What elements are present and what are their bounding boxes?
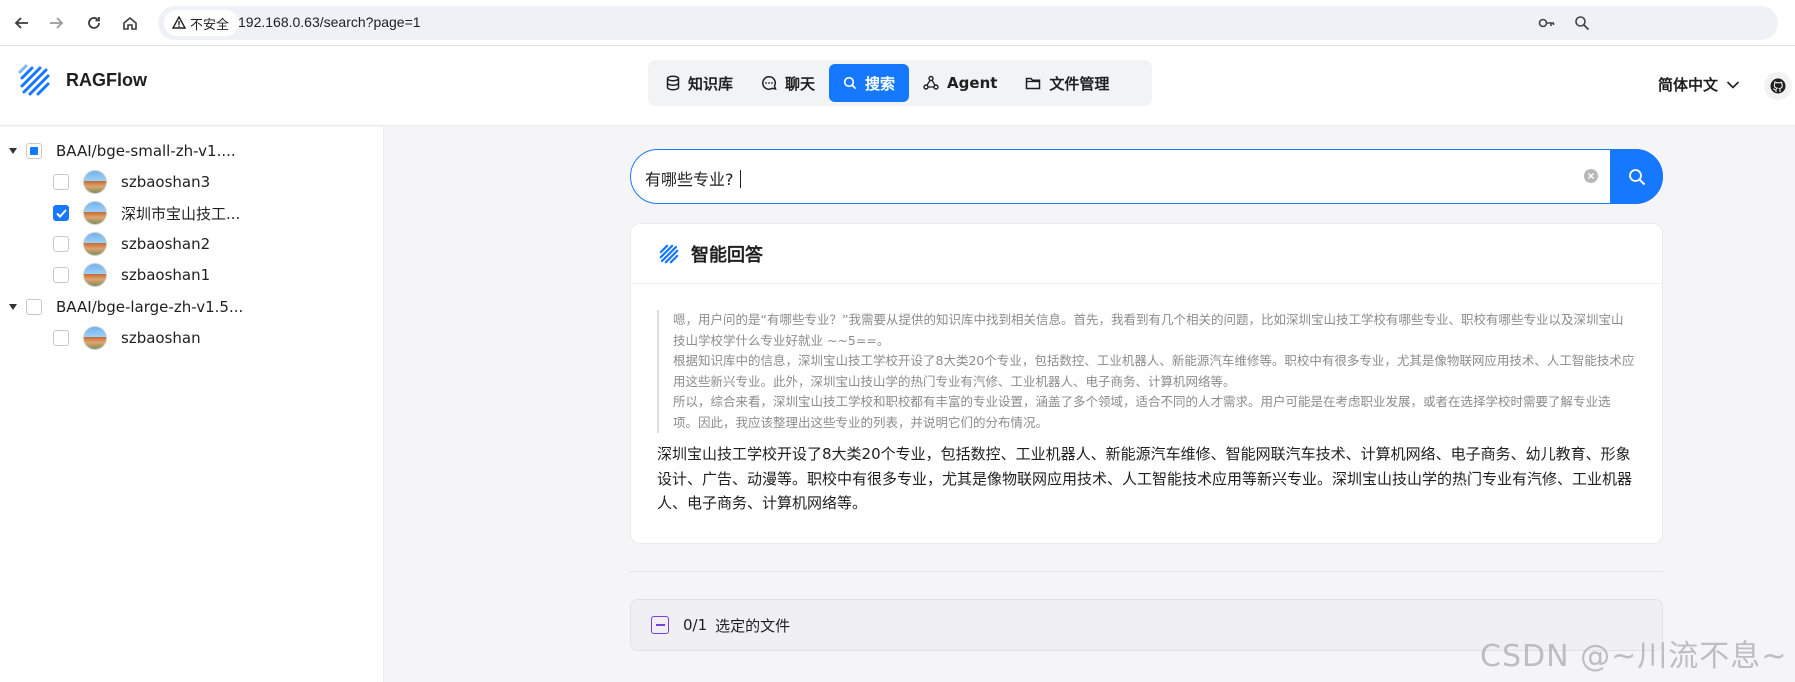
reasoning-paragraph: 所以，综合来看，深圳宝山技工学校和职校都有丰富的专业设置，涵盖了多个领域，适合不…	[673, 394, 1611, 430]
kb-avatar	[83, 170, 107, 194]
group-checkbox[interactable]	[26, 299, 42, 315]
search-icon	[843, 76, 857, 90]
tree-item[interactable]: szbaoshan1	[53, 260, 210, 290]
folder-icon	[1026, 77, 1041, 90]
item-label: 深圳市宝山技工...	[121, 204, 241, 223]
search-query-text: 有哪些专业?	[645, 170, 734, 189]
zoom-icon[interactable]	[1574, 15, 1590, 35]
item-checkbox[interactable]	[53, 236, 69, 252]
tree-item[interactable]: szbaoshan2	[53, 229, 210, 259]
nav-search[interactable]: 搜索	[829, 64, 910, 102]
smart-answer-card: 智能回答 嗯，用户问的是“有哪些专业？”我需要从提供的知识库中找到相关信息。首先…	[630, 223, 1663, 544]
search-button[interactable]	[1610, 149, 1663, 204]
item-checkbox[interactable]	[53, 267, 69, 283]
nav-label: Agent	[947, 74, 998, 92]
answer-title: 智能回答	[691, 244, 763, 266]
database-icon	[666, 75, 680, 91]
group-checkbox[interactable]	[26, 143, 42, 159]
kb-avatar	[83, 263, 107, 287]
files-label: 选定的文件	[715, 616, 791, 635]
knowledge-base-sidebar: BAAI/bge-small-zh-v1.... szbaoshan3 深圳市宝…	[0, 127, 384, 682]
home-icon[interactable]	[118, 11, 142, 35]
reasoning-paragraph: 嗯，用户问的是“有哪些专业？”我需要从提供的知识库中找到相关信息。首先，我看到有…	[673, 312, 1624, 348]
reasoning-paragraph: 根据知识库中的信息，深圳宝山技工学校开设了8大类20个专业，包括数控、工业机器人…	[673, 353, 1635, 389]
text-cursor	[739, 170, 741, 188]
language-selector[interactable]: 简体中文	[1658, 74, 1740, 95]
kb-avatar	[83, 201, 107, 225]
tree-item[interactable]: 深圳市宝山技工...	[53, 198, 240, 228]
kb-avatar	[83, 326, 107, 350]
files-count: 0/1	[683, 616, 708, 634]
warning-icon	[172, 16, 186, 29]
tree-item[interactable]: szbaoshan3	[53, 167, 210, 197]
agent-icon	[923, 75, 939, 90]
chevron-down-icon	[1726, 80, 1740, 89]
security-label: 不安全	[190, 17, 230, 33]
nav-label: 文件管理	[1049, 74, 1110, 93]
check-icon	[55, 208, 67, 218]
language-label: 简体中文	[1658, 76, 1719, 94]
tree-item[interactable]: szbaoshan	[53, 323, 201, 353]
tree-group[interactable]: BAAI/bge-small-zh-v1....	[8, 136, 236, 166]
group-label: BAAI/bge-small-zh-v1....	[56, 142, 236, 160]
key-icon[interactable]	[1538, 15, 1556, 34]
item-label: szbaoshan	[121, 329, 201, 347]
divider	[630, 571, 1663, 572]
nav-file-management[interactable]: 文件管理	[1011, 64, 1123, 102]
back-icon[interactable]	[10, 11, 34, 35]
address-bar[interactable]: 不安全 192.168.0.63/search?page=1	[158, 6, 1778, 40]
item-checkbox[interactable]	[53, 174, 69, 190]
item-checkbox[interactable]	[53, 205, 69, 221]
github-icon[interactable]	[1764, 72, 1792, 100]
caret-down-icon[interactable]	[8, 302, 18, 312]
reload-icon[interactable]	[82, 11, 106, 35]
browser-toolbar: 不安全 192.168.0.63/search?page=1	[0, 0, 1795, 46]
clear-icon[interactable]	[1584, 169, 1598, 183]
brand-name: RAGFlow	[66, 70, 147, 90]
caret-down-icon[interactable]	[8, 146, 18, 156]
reasoning-block: 嗯，用户问的是“有哪些专业？”我需要从提供的知识库中找到相关信息。首先，我看到有…	[657, 310, 1635, 433]
search-input[interactable]: 有哪些专业?	[630, 149, 1663, 204]
nav-label: 聊天	[785, 74, 816, 93]
forward-icon[interactable]	[44, 11, 68, 35]
kb-avatar	[83, 232, 107, 256]
nav-agent[interactable]: Agent	[909, 64, 1011, 102]
nav-knowledge-base[interactable]: 知识库	[652, 64, 747, 102]
answer-text: 深圳宝山技工学校开设了8大类20个专业，包括数控、工业机器人、新能源汽车维修、智…	[657, 445, 1633, 512]
answer-header: 智能回答	[631, 224, 1662, 284]
ragflow-logo-icon	[18, 64, 50, 96]
item-label: szbaoshan3	[121, 173, 211, 191]
tree-group[interactable]: BAAI/bge-large-zh-v1.5...	[8, 292, 243, 322]
main-nav: 知识库 聊天 搜索 Agent 文件管理	[648, 60, 1152, 106]
url-text[interactable]: 192.168.0.63/search?page=1	[238, 14, 421, 30]
nav-label: 知识库	[688, 74, 734, 93]
ragflow-logo-icon	[659, 244, 679, 263]
security-indicator[interactable]: 不安全	[164, 10, 240, 36]
item-label: szbaoshan2	[121, 235, 211, 253]
app-header: RAGFlow 知识库 聊天 搜索 Agent 文件管理 简体中文	[0, 46, 1795, 126]
item-label: szbaoshan1	[121, 266, 211, 284]
search-icon	[1628, 168, 1645, 185]
search-query[interactable]: 有哪些专业?	[645, 166, 741, 190]
chat-icon	[762, 76, 777, 91]
nav-label: 搜索	[865, 74, 896, 93]
item-checkbox[interactable]	[53, 330, 69, 346]
collapse-icon[interactable]	[651, 616, 669, 634]
group-label: BAAI/bge-large-zh-v1.5...	[56, 298, 244, 316]
nav-chat[interactable]: 聊天	[747, 64, 829, 102]
watermark: CSDN @~川流不息~	[1480, 639, 1788, 674]
